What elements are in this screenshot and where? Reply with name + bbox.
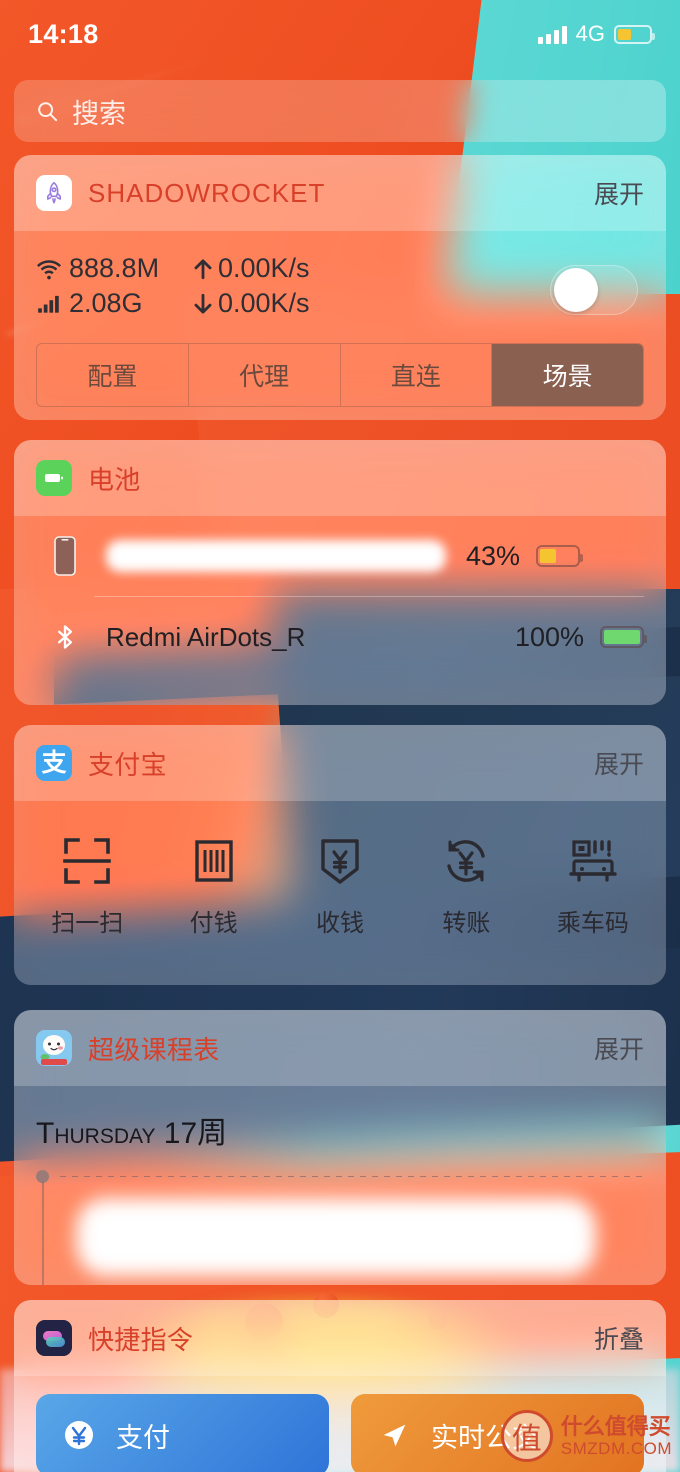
- alipay-icon: 支: [36, 745, 72, 781]
- widget-battery-header: 电池: [14, 440, 666, 516]
- cellular-bars-icon: [38, 295, 59, 313]
- shadowrocket-tab-proxy[interactable]: 代理: [189, 344, 341, 406]
- course-entry[interactable]: [36, 1170, 644, 1285]
- widget-course-body: Thursday 17周: [14, 1086, 666, 1285]
- device-name-redacted: [106, 540, 446, 572]
- watermark-url: SMZDM.COM: [560, 1438, 672, 1458]
- network-type-label: 4G: [575, 21, 605, 46]
- shadowrocket-tab-direct[interactable]: 直连: [341, 344, 493, 406]
- iphone-icon: [36, 536, 94, 576]
- receive-money-icon: [321, 839, 359, 884]
- watermark-name: 什么值得买: [560, 1413, 671, 1439]
- course-day-label: Thursday 17周: [36, 1117, 228, 1150]
- vpn-toggle[interactable]: [550, 265, 638, 315]
- shadowrocket-stats: 888.8M 0.00K/s 2.08G 0.00K/s: [36, 253, 310, 323]
- battery-percent: 43%: [466, 540, 521, 571]
- battery-icon: [614, 24, 655, 44]
- table-row: 43%: [36, 516, 644, 596]
- status-indicators: 4G: [537, 21, 655, 47]
- battery-green-icon: [36, 460, 72, 496]
- alipay-action-transfer[interactable]: 转账: [403, 835, 529, 938]
- widget-alipay[interactable]: 支 支付宝 展开 扫一扫 付钱 收钱 转账 乘车码: [14, 725, 666, 985]
- transfer-icon: [447, 840, 486, 882]
- alipay-action-transit[interactable]: 乘车码: [530, 835, 656, 938]
- widget-shadowrocket-header: SHADOWROCKET 展开: [14, 155, 666, 231]
- shortcut-button-pay[interactable]: 支付: [36, 1394, 329, 1472]
- widget-battery-title: 电池: [88, 464, 141, 495]
- barcode-icon: [194, 840, 233, 882]
- alipay-action-scan[interactable]: 扫一扫: [24, 835, 150, 938]
- rocket-icon: [36, 175, 72, 211]
- arrow-up-icon: [194, 258, 212, 279]
- wifi-icon: [36, 259, 62, 279]
- table-row: Redmi AirDots_R 100%: [36, 597, 647, 677]
- battery-bar: [600, 626, 647, 648]
- widget-alipay-title: 支付宝: [88, 749, 167, 780]
- alipay-action-label: 收钱: [316, 910, 365, 937]
- widget-shortcuts-collapse-button[interactable]: 折叠: [594, 1320, 644, 1356]
- course-timeline-line: [42, 1182, 44, 1285]
- scan-icon: [63, 838, 112, 884]
- smzdm-seal-icon: 值: [500, 1410, 553, 1462]
- status-bar: 14:18 4G: [0, 0, 680, 68]
- status-time: 14:18: [28, 18, 99, 49]
- shadowrocket-tab-config[interactable]: 配置: [37, 344, 189, 406]
- alipay-action-receive[interactable]: 收钱: [277, 835, 403, 938]
- widget-course-expand-button[interactable]: 展开: [594, 1030, 644, 1066]
- alipay-action-label: 乘车码: [556, 910, 629, 937]
- widget-battery-body: 43% Redmi AirDots_R 100%: [14, 516, 666, 677]
- widget-course-header: 超级课程表 展开: [14, 1010, 666, 1086]
- widget-shadowrocket-body: 888.8M 0.00K/s 2.08G 0.00K/s 配置 代理 直连 场景: [14, 231, 666, 407]
- widget-course-schedule[interactable]: 超级课程表 展开 Thursday 17周: [14, 1010, 666, 1285]
- shadowrocket-tabs: 配置 代理 直连 场景: [36, 343, 644, 407]
- widget-battery[interactable]: 电池 43% Redmi AirDots_R 100%: [14, 440, 666, 705]
- course-timeline-dashes: [60, 1176, 644, 1177]
- bluetooth-icon: [36, 623, 94, 651]
- widget-course-title: 超级课程表: [88, 1034, 220, 1065]
- shadowrocket-download-value: 0.00K/s: [218, 288, 310, 318]
- alipay-action-pay[interactable]: 付钱: [150, 835, 276, 938]
- search-input[interactable]: 搜索: [14, 80, 666, 142]
- battery-bar: [536, 545, 584, 567]
- signal-bars-icon: [537, 25, 567, 44]
- widget-shortcuts-title: 快捷指令: [88, 1324, 194, 1355]
- shadowrocket-upload-value: 0.00K/s: [218, 253, 310, 283]
- alipay-actions: 扫一扫 付钱 收钱 转账 乘车码: [14, 801, 666, 938]
- widget-alipay-header: 支 支付宝 展开: [14, 725, 666, 801]
- course-entry-redacted: [76, 1198, 596, 1276]
- shortcuts-icon: [36, 1320, 72, 1356]
- vpn-toggle-knob: [554, 268, 598, 312]
- navigation-arrow-icon: [375, 1416, 413, 1454]
- widget-shadowrocket-expand-button[interactable]: 展开: [594, 175, 644, 211]
- course-schedule-icon: [36, 1030, 72, 1066]
- shadowrocket-wifi-value: 888.8M: [69, 253, 160, 283]
- shadowrocket-stat-row-1: 888.8M 0.00K/s: [36, 253, 310, 284]
- alipay-action-label: 扫一扫: [51, 910, 124, 937]
- yen-circle-icon: [60, 1416, 98, 1454]
- widget-shadowrocket[interactable]: SHADOWROCKET 展开 888.8M 0.00K/s 2.08G 0.0…: [14, 155, 666, 420]
- widget-shortcuts-header: 快捷指令 折叠: [14, 1300, 666, 1376]
- battery-percent: 100%: [514, 621, 584, 652]
- widget-shadowrocket-title: SHADOWROCKET: [88, 177, 326, 208]
- shadowrocket-cellular-value: 2.08G: [69, 288, 143, 318]
- shadowrocket-tab-scene[interactable]: 场景: [492, 344, 643, 406]
- shadowrocket-stat-row-2: 2.08G 0.00K/s: [36, 288, 310, 319]
- alipay-action-label: 付钱: [189, 910, 238, 937]
- search-icon: [38, 102, 58, 122]
- watermark-text: 什么值得买 SMZDM.COM: [561, 1414, 672, 1459]
- device-name: Redmi AirDots_R: [106, 621, 306, 652]
- widget-alipay-expand-button[interactable]: 展开: [594, 745, 644, 781]
- arrow-down-icon: [194, 293, 212, 314]
- transit-code-icon: [569, 840, 617, 882]
- alipay-action-label: 转账: [442, 910, 491, 937]
- shadowrocket-stats-area: 888.8M 0.00K/s 2.08G 0.00K/s: [36, 231, 644, 323]
- shortcut-label: 支付: [116, 1422, 170, 1453]
- watermark: 值 什么值得买 SMZDM.COM: [500, 1410, 672, 1462]
- search-placeholder: 搜索: [72, 98, 126, 129]
